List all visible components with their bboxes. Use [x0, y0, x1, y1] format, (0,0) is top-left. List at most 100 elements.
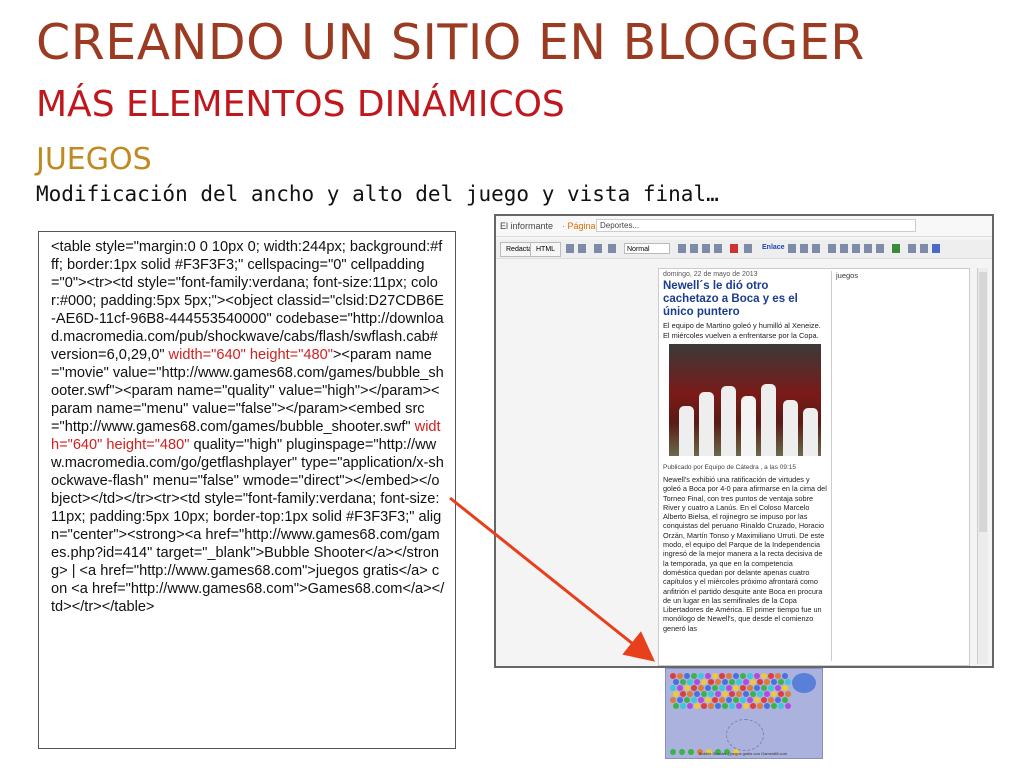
bubble [715, 703, 721, 709]
game-caption: Bubble Shooter | juegos gratis con Games… [698, 751, 788, 756]
bubble [764, 679, 770, 685]
bubble [673, 679, 679, 685]
blogger-editor-screenshot: El informante · Página Deportes... Redac… [494, 214, 994, 668]
post-lead: El equipo de Martino goleó y humilló al … [663, 321, 821, 340]
bubble [722, 679, 728, 685]
format-select[interactable]: Normal [624, 243, 670, 254]
bubble [673, 691, 679, 697]
bubble [694, 703, 700, 709]
bubble [736, 703, 742, 709]
bubble [694, 691, 700, 697]
input-tools-icon[interactable] [908, 244, 916, 253]
font-size-icon[interactable] [608, 244, 616, 253]
bubble [722, 703, 728, 709]
align-icon[interactable] [828, 244, 836, 253]
underline-icon[interactable] [702, 244, 710, 253]
code-text-part3: quality="high" pluginspage="http://www.m… [51, 437, 445, 615]
bubble [757, 679, 763, 685]
bubble [736, 679, 742, 685]
bubble [771, 679, 777, 685]
ltr-icon[interactable] [920, 244, 928, 253]
bubble [722, 691, 728, 697]
bubble [764, 691, 770, 697]
post-title-input[interactable]: Deportes... [596, 219, 916, 232]
bubble [680, 679, 686, 685]
editor-toolbar: Redactar HTML Normal Enlace [496, 240, 992, 259]
sidebar-label: juegos [836, 271, 859, 280]
bubble [743, 691, 749, 697]
clear-format-icon[interactable] [876, 244, 884, 253]
code-highlight-size-1: width="640" height="480" [164, 347, 333, 363]
post-byline: Publicado por Equipo de Cátedra , a las … [663, 464, 796, 471]
section-title: MÁS ELEMENTOS DINÁMICOS [36, 84, 565, 125]
post-main-column: domingo, 22 de mayo de 2013 Newell´s le … [663, 269, 827, 633]
bubble [757, 691, 763, 697]
jump-break-icon[interactable] [812, 244, 820, 253]
bubble [743, 679, 749, 685]
redo-icon[interactable] [578, 244, 586, 253]
bubble [743, 703, 749, 709]
text-color-icon[interactable] [730, 244, 738, 253]
bubble [778, 703, 784, 709]
bold-icon[interactable] [678, 244, 686, 253]
bubble [708, 691, 714, 697]
bubble [785, 691, 791, 697]
embed-code-box: <table style="margin:0 0 10px 0; width:2… [38, 231, 456, 749]
bubble [687, 679, 693, 685]
bubble [701, 679, 707, 685]
bubble [708, 679, 714, 685]
bubble [778, 679, 784, 685]
bubble [785, 703, 791, 709]
bubble [673, 703, 679, 709]
bubble [680, 703, 686, 709]
bubble [729, 691, 735, 697]
bubble [785, 679, 791, 685]
bubble [687, 691, 693, 697]
spellcheck-icon[interactable] [892, 244, 900, 253]
shooter-area [726, 719, 764, 751]
slide-description: Modificación del ancho y alto del juego … [36, 182, 719, 206]
bubble [715, 679, 721, 685]
bubble [757, 703, 763, 709]
strikethrough-icon[interactable] [714, 244, 722, 253]
code-text-part1: <table style="margin:0 0 10px 0; width:2… [51, 239, 444, 363]
bubble [708, 703, 714, 709]
post-date: domingo, 22 de mayo de 2013 [663, 271, 758, 278]
font-icon[interactable] [594, 244, 602, 253]
scrollbar-thumb[interactable] [979, 272, 987, 532]
football-photo [669, 344, 821, 456]
bubble [680, 691, 686, 697]
bubble [701, 691, 707, 697]
post-headline[interactable]: Newell´s le dió otro cachetazo a Boca y … [663, 280, 827, 319]
game-logo [792, 673, 816, 693]
subsection-title: JUEGOS [36, 142, 152, 177]
bubble [750, 703, 756, 709]
bubble [715, 691, 721, 697]
bubble [764, 703, 770, 709]
bubble [736, 691, 742, 697]
quote-icon[interactable] [864, 244, 872, 253]
video-icon[interactable] [800, 244, 808, 253]
italic-icon[interactable] [690, 244, 698, 253]
bubble [694, 679, 700, 685]
bullet-list-icon[interactable] [852, 244, 860, 253]
post-sidebar: juegos [831, 271, 961, 661]
bubble [778, 691, 784, 697]
vertical-scrollbar[interactable] [977, 268, 988, 664]
bubble [687, 703, 693, 709]
post-preview-area[interactable]: domingo, 22 de mayo de 2013 Newell´s le … [658, 268, 970, 666]
bubble [750, 679, 756, 685]
numbered-list-icon[interactable] [840, 244, 848, 253]
bubble [771, 703, 777, 709]
page-label: · Página [562, 221, 596, 231]
undo-icon[interactable] [566, 244, 574, 253]
highlight-icon[interactable] [744, 244, 752, 253]
editor-title-bar: El informante · Página Deportes... [496, 216, 992, 237]
bubble [771, 691, 777, 697]
link-button[interactable]: Enlace [762, 244, 785, 251]
bubble-shooter-game-preview[interactable]: Bubble Shooter | juegos gratis con Games… [665, 668, 823, 759]
html-tab[interactable]: HTML [530, 242, 562, 257]
rtl-icon[interactable] [932, 244, 940, 253]
post-body-text: Newell's exhibió una ratificación de vir… [663, 475, 827, 633]
image-icon[interactable] [788, 244, 796, 253]
